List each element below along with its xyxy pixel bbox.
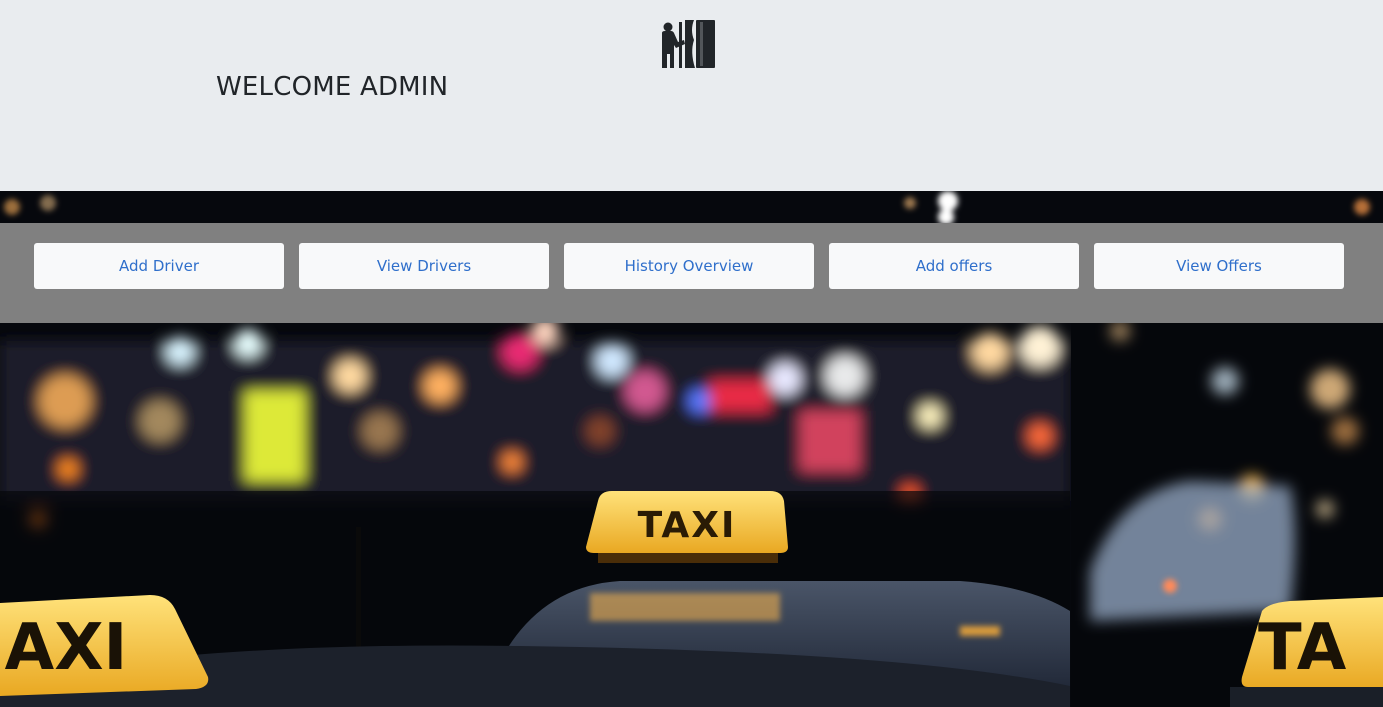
taxi-admin-logo-icon xyxy=(660,18,718,70)
history-overview-button[interactable]: History Overview xyxy=(564,243,814,289)
admin-dashboard: TAXI AXI TA WELCOME ADMIN Add Driver Vie… xyxy=(0,0,1383,707)
header: WELCOME ADMIN xyxy=(0,0,1383,191)
taxi-sign-left-text: AXI xyxy=(5,611,128,685)
page-title: WELCOME ADMIN xyxy=(216,72,449,102)
taxi-sign-right-text: TA xyxy=(1258,611,1347,685)
view-offers-button[interactable]: View Offers xyxy=(1094,243,1344,289)
nav-bar: Add Driver View Drivers History Overview… xyxy=(0,223,1383,323)
add-offers-button[interactable]: Add offers xyxy=(829,243,1079,289)
view-drivers-button[interactable]: View Drivers xyxy=(299,243,549,289)
add-driver-button[interactable]: Add Driver xyxy=(34,243,284,289)
taxi-sign-center-text: TAXI xyxy=(638,505,737,546)
